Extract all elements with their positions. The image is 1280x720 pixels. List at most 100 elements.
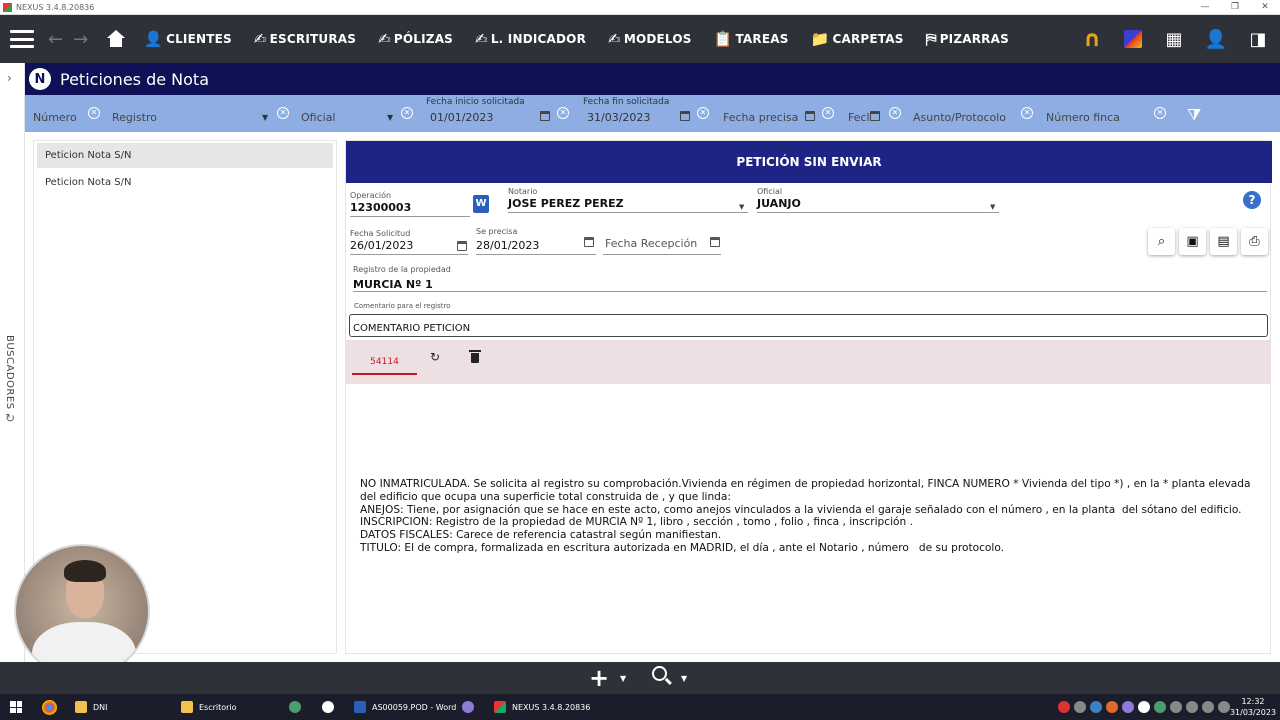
list-item[interactable]: Peticion Nota S/N	[37, 170, 333, 195]
refresh-icon[interactable]: ↻	[430, 350, 440, 364]
calendar-icon[interactable]	[710, 237, 720, 247]
taskbar-clock[interactable]: 12:32 31/03/2023	[1228, 696, 1278, 718]
oficial-select[interactable]: Oficial JUANJO ▼	[757, 187, 999, 215]
calendar-icon[interactable]	[540, 111, 550, 121]
calendar-icon[interactable]	[457, 241, 467, 251]
calendar-icon[interactable]	[680, 111, 690, 121]
taskbar-app-icon[interactable]	[289, 694, 307, 720]
home-icon[interactable]	[106, 30, 126, 48]
taskbar-item-word[interactable]: AS00059.POD - Word	[354, 694, 456, 720]
registro-field[interactable]: Registro de la propiedad MURCIA Nº 1	[353, 265, 1267, 293]
menu-icon[interactable]	[10, 30, 34, 48]
comentario-input[interactable]: COMENTARIO PETICION	[349, 314, 1268, 337]
taskbar-app-icon[interactable]	[322, 694, 340, 720]
tray-icon[interactable]	[1090, 701, 1102, 713]
chevron-down-icon[interactable]: ▼	[262, 113, 268, 122]
clear-icon[interactable]: ✕	[1021, 107, 1033, 119]
document-button[interactable]: ▤	[1210, 228, 1237, 255]
clear-icon[interactable]: ✕	[889, 107, 901, 119]
clear-icon[interactable]: ✕	[1154, 107, 1166, 119]
add-icon[interactable]: +	[589, 664, 609, 692]
calendar-icon[interactable]	[805, 111, 815, 121]
filter-registro[interactable]: Registro ▼ ✕	[112, 95, 289, 132]
tray-icon[interactable]	[1106, 701, 1118, 713]
close-icon[interactable]: ✕	[1250, 0, 1280, 15]
preview-button[interactable]: ⌕	[1148, 228, 1175, 255]
word-document-icon[interactable]: W	[473, 195, 489, 213]
taskbar-item-escritorio[interactable]: Escritorio	[181, 694, 237, 720]
operacion-field[interactable]: Operación 12300003	[350, 191, 470, 219]
list-item[interactable]: Peticion Nota S/N	[37, 143, 333, 168]
clear-icon[interactable]: ✕	[277, 107, 289, 119]
sidebar-toggle-icon[interactable]: ◨	[1248, 29, 1268, 50]
tray-icon[interactable]	[1058, 701, 1070, 713]
user-icon[interactable]: 👤	[1205, 29, 1227, 50]
arch-app-icon[interactable]: ∩	[1082, 27, 1102, 52]
tray-icon[interactable]	[1122, 701, 1134, 713]
calendar-icon[interactable]	[870, 111, 880, 121]
tray-icon[interactable]	[1170, 701, 1182, 713]
chevron-down-icon[interactable]: ▼	[620, 674, 626, 683]
buscadores-strip[interactable]: › BUSCADORES ↻	[0, 63, 25, 662]
chevron-down-icon[interactable]: ▼	[990, 203, 995, 211]
clear-icon[interactable]: ✕	[822, 107, 834, 119]
cube-app-icon[interactable]	[1124, 30, 1142, 48]
search-icon[interactable]	[652, 666, 667, 681]
calendar-icon[interactable]	[584, 237, 594, 247]
restore-icon[interactable]: ❐	[1220, 0, 1250, 15]
filter-numero-finca[interactable]: Número finca ✕	[1046, 95, 1166, 132]
nav-pizarras[interactable]: ⛿ PIZARRAS	[926, 30, 1009, 48]
filter-off-icon[interactable]: ⧩	[1187, 105, 1201, 125]
taskbar-item-nexus[interactable]: NEXUS 3.4.8.20836	[494, 694, 590, 720]
taskbar-item-dni[interactable]: DNI	[75, 694, 108, 720]
notario-select[interactable]: Notario JOSE PEREZ PEREZ ▼	[508, 187, 748, 215]
chevron-down-icon[interactable]: ▼	[739, 203, 744, 211]
chevron-down-icon[interactable]: ▼	[681, 674, 687, 683]
filter-oficial[interactable]: Oficial ▼ ✕	[301, 95, 413, 132]
trash-icon[interactable]	[469, 350, 481, 363]
clear-icon[interactable]: ✕	[557, 107, 569, 119]
se-precisa-field[interactable]: Se precisa 28/01/2023	[476, 227, 596, 255]
chevron-right-icon[interactable]: ›	[7, 71, 12, 85]
chrome-icon[interactable]	[42, 694, 63, 720]
tab-finca[interactable]: 54114	[352, 348, 417, 375]
send-button[interactable]: ▣	[1179, 228, 1206, 255]
volume-icon[interactable]	[1202, 701, 1214, 713]
filter-fecha-fin-label: Fecha fin solicitada	[583, 97, 670, 107]
clear-icon[interactable]: ✕	[697, 107, 709, 119]
windows-start-icon[interactable]	[10, 701, 22, 713]
back-arrow-icon[interactable]: ←	[48, 29, 63, 50]
nav-carpetas[interactable]: 📁 CARPETAS	[811, 30, 904, 48]
chevron-down-icon[interactable]: ▼	[387, 113, 393, 122]
network-icon[interactable]	[1186, 701, 1198, 713]
refresh-icon[interactable]: ↻	[5, 411, 15, 425]
filter-numero[interactable]: Número ✕	[33, 95, 108, 132]
filter-fecha-short-placeholder: Fecl	[848, 111, 870, 124]
filter-fecha-precisa[interactable]: Fecha precisa ✕	[723, 95, 834, 132]
forward-arrow-icon[interactable]: →	[73, 29, 88, 50]
filter-fecha-short[interactable]: Fecl ✕	[848, 95, 901, 132]
filter-asunto[interactable]: Asunto/Protocolo ✕	[913, 95, 1033, 132]
nav-tareas[interactable]: 📋 TAREAS	[714, 30, 789, 48]
bottom-action-bar: + ▼ ▼	[0, 662, 1280, 694]
fecha-recepcion-field[interactable]: Fecha Recepción	[603, 227, 721, 255]
filter-fecha-fin[interactable]: Fecha fin solicitada 31/03/2023 ✕	[583, 95, 709, 132]
taskbar-app-icon[interactable]	[462, 694, 480, 720]
filter-fecha-inicio[interactable]: Fecha inicio solicitada 01/01/2023 ✕	[426, 95, 569, 132]
filter-fecha-precisa-placeholder: Fecha precisa	[723, 111, 799, 124]
tray-icon[interactable]	[1074, 701, 1086, 713]
nav-modelos[interactable]: ✍ MODELOS	[608, 30, 692, 48]
print-button[interactable]: ⎙	[1241, 228, 1268, 255]
calendar-icon[interactable]: ▦	[1164, 29, 1184, 50]
fecha-solicitud-field[interactable]: Fecha Solicitud 26/01/2023	[350, 229, 468, 257]
minimize-icon[interactable]: —	[1190, 0, 1220, 15]
nav-clientes[interactable]: 👤 CLIENTES	[144, 30, 232, 48]
nav-polizas[interactable]: ✍ PÓLIZAS	[378, 30, 453, 48]
nav-escrituras[interactable]: ✍ ESCRITURAS	[254, 30, 356, 48]
clear-icon[interactable]: ✕	[88, 107, 100, 119]
microphone-icon[interactable]	[1138, 701, 1150, 713]
tray-icon[interactable]	[1154, 701, 1166, 713]
clear-icon[interactable]: ✕	[401, 107, 413, 119]
help-icon[interactable]: ?	[1243, 191, 1261, 209]
nav-l-indicador[interactable]: ✍ L. INDICADOR	[475, 30, 586, 48]
